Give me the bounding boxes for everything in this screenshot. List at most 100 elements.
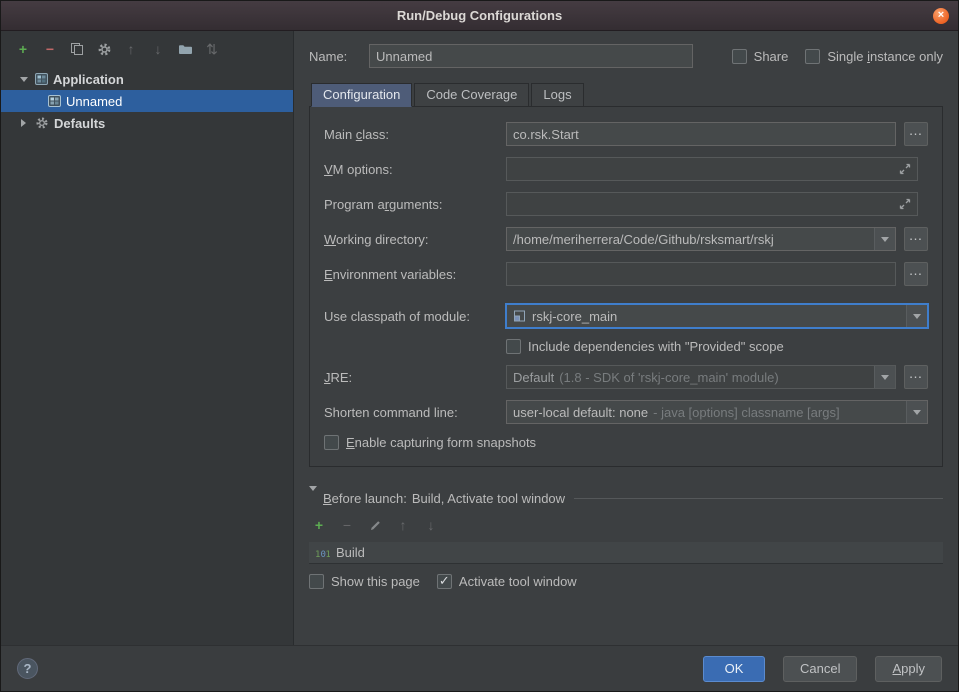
program-arguments-input[interactable]	[513, 197, 899, 212]
new-folder-button[interactable]	[177, 41, 193, 57]
before-launch-title: Before launch:	[323, 491, 407, 506]
chevron-down-icon	[913, 314, 921, 319]
combo-dropdown-button[interactable]	[874, 366, 895, 388]
environment-variables-input[interactable]	[513, 267, 889, 282]
before-launch-options: ✓ Show this page ✓ Activate tool window	[309, 574, 943, 589]
working-directory-row: Working directory: /home/meriherrera/Cod…	[324, 227, 928, 251]
apply-button[interactable]: Apply	[875, 656, 942, 682]
program-arguments-label: Program arguments:	[324, 197, 506, 212]
program-arguments-field[interactable]	[506, 192, 918, 216]
working-directory-label: Working directory:	[324, 232, 506, 247]
cancel-button[interactable]: Cancel	[783, 656, 857, 682]
before-launch-summary: Build, Activate tool window	[412, 491, 565, 506]
remove-configuration-button[interactable]: −	[42, 41, 58, 57]
add-configuration-button[interactable]: +	[15, 41, 31, 57]
chevron-down-icon	[881, 237, 889, 242]
expand-field-icon[interactable]	[899, 163, 911, 175]
before-launch-task-list: 1 0 1 Build	[309, 542, 943, 564]
program-arguments-row: Program arguments:	[324, 192, 928, 216]
environment-variables-row: Environment variables: …	[324, 262, 928, 286]
configuration-tab-panel: Main class: … VM options:	[309, 106, 943, 467]
sidebar-toolbar: + − ↑ ↓ ⇅	[1, 31, 293, 63]
working-directory-value: /home/meriherrera/Code/Github/rsksmart/r…	[513, 232, 774, 247]
tab-configuration[interactable]: Configuration	[311, 83, 412, 107]
tab-logs[interactable]: Logs	[531, 83, 583, 107]
configurations-tree: Application Unnamed Defaults	[1, 68, 293, 134]
combo-dropdown-button[interactable]	[906, 401, 927, 423]
combo-dropdown-button[interactable]	[906, 305, 927, 327]
main-class-row: Main class: …	[324, 122, 928, 146]
expand-arrow-icon[interactable]	[17, 77, 30, 82]
main-class-label: Main class:	[324, 127, 506, 142]
checkbox-box: ✓	[732, 49, 747, 64]
name-input[interactable]	[369, 44, 693, 68]
classpath-module-label: Use classpath of module:	[324, 309, 506, 324]
tab-code-coverage[interactable]: Code Coverage	[414, 83, 529, 107]
name-row: Name: ✓ Share ✓ Single instance only	[309, 43, 943, 69]
main-panel: Name: ✓ Share ✓ Single instance only Con…	[294, 31, 958, 645]
checkbox-box: ✓	[324, 435, 339, 450]
jre-browse-button[interactable]: …	[904, 365, 928, 389]
vm-options-input[interactable]	[513, 162, 899, 177]
activate-tool-window-checkbox[interactable]: ✓ Activate tool window	[437, 574, 577, 589]
vm-options-field[interactable]	[506, 157, 918, 181]
close-button[interactable]: ×	[933, 8, 949, 24]
run-debug-configurations-dialog: Run/Debug Configurations × + − ↑ ↓ ⇅	[0, 0, 959, 692]
main-class-input[interactable]	[513, 127, 889, 142]
edit-templates-button[interactable]	[96, 41, 112, 57]
environment-variables-field[interactable]	[506, 262, 896, 286]
environment-variables-label: Environment variables:	[324, 267, 506, 282]
move-down-button[interactable]: ↓	[150, 41, 166, 57]
environment-variables-browse-button[interactable]: …	[904, 262, 928, 286]
jre-value: Default	[513, 370, 554, 385]
copy-icon	[70, 42, 84, 56]
shorten-command-line-combo[interactable]: user-local default: none - java [options…	[506, 400, 928, 424]
tree-item-defaults[interactable]: Defaults	[1, 112, 293, 134]
tree-item-unnamed[interactable]: Unnamed	[1, 90, 293, 112]
classpath-module-combo[interactable]: rskj-core_main	[506, 304, 928, 328]
build-task-item[interactable]: 1 0 1 Build	[309, 542, 943, 564]
sidebar: + − ↑ ↓ ⇅ Application	[1, 31, 294, 645]
tree-item-label: Defaults	[54, 116, 105, 131]
copy-configuration-button[interactable]	[69, 41, 85, 57]
application-icon	[35, 73, 48, 85]
show-this-page-checkbox[interactable]: ✓ Show this page	[309, 574, 420, 589]
collapse-section-icon[interactable]	[309, 491, 317, 506]
tree-item-label: Unnamed	[66, 94, 122, 109]
enable-capturing-row: ✓ Enable capturing form snapshots	[324, 435, 928, 450]
module-icon	[513, 310, 526, 322]
enable-capturing-checkbox[interactable]: ✓ Enable capturing form snapshots	[324, 435, 536, 450]
jre-combo[interactable]: Default (1.8 - SDK of 'rskj-core_main' m…	[506, 365, 896, 389]
main-class-browse-button[interactable]: …	[904, 122, 928, 146]
task-down-button[interactable]: ↓	[423, 517, 439, 533]
tree-item-label: Application	[53, 72, 124, 87]
share-checkbox[interactable]: ✓ Share	[732, 49, 789, 64]
folder-icon	[178, 43, 193, 55]
main-class-field[interactable]	[506, 122, 896, 146]
sort-configurations-button[interactable]: ⇅	[204, 41, 220, 57]
add-task-button[interactable]: +	[311, 517, 327, 533]
edit-task-button[interactable]	[367, 517, 383, 533]
move-up-button[interactable]: ↑	[123, 41, 139, 57]
collapse-arrow-icon[interactable]	[17, 119, 30, 127]
task-up-button[interactable]: ↑	[395, 517, 411, 533]
jre-hint: (1.8 - SDK of 'rskj-core_main' module)	[559, 370, 779, 385]
combo-dropdown-button[interactable]	[874, 228, 895, 250]
expand-field-icon[interactable]	[899, 198, 911, 210]
single-instance-checkbox[interactable]: ✓ Single instance only	[805, 49, 943, 64]
window-title: Run/Debug Configurations	[397, 8, 562, 23]
ok-button[interactable]: OK	[703, 656, 765, 682]
working-directory-combo[interactable]: /home/meriherrera/Code/Github/rsksmart/r…	[506, 227, 896, 251]
help-button[interactable]: ?	[17, 658, 38, 679]
chevron-down-icon	[913, 410, 921, 415]
checkbox-box: ✓	[506, 339, 521, 354]
before-launch-header[interactable]: Before launch: Build, Activate tool wind…	[309, 491, 943, 506]
show-this-page-label: Show this page	[331, 574, 420, 589]
remove-task-button[interactable]: −	[339, 517, 355, 533]
include-dependencies-label: Include dependencies with "Provided" sco…	[528, 339, 784, 354]
tree-item-application[interactable]: Application	[1, 68, 293, 90]
vm-options-row: VM options:	[324, 157, 928, 181]
working-directory-browse-button[interactable]: …	[904, 227, 928, 251]
titlebar: Run/Debug Configurations ×	[1, 1, 958, 31]
include-dependencies-checkbox[interactable]: ✓ Include dependencies with "Provided" s…	[506, 339, 784, 354]
